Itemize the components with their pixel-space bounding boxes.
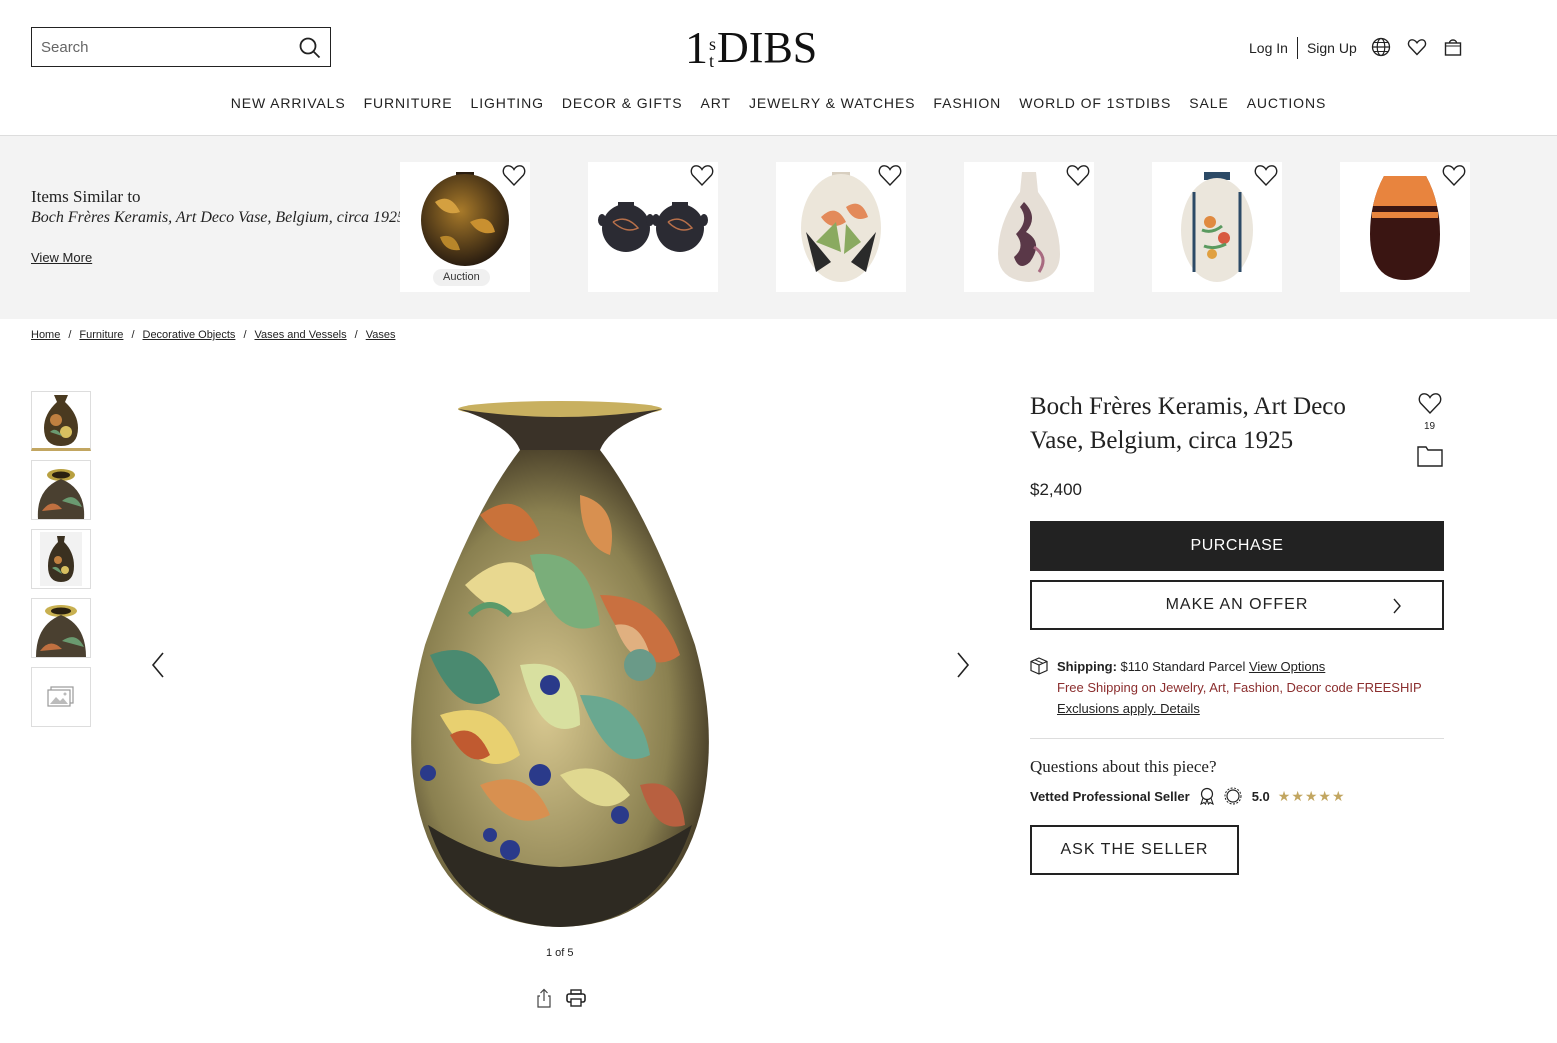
breadcrumb-separator: /: [354, 329, 358, 341]
heart-icon[interactable]: [1253, 162, 1279, 188]
gallery-icon: [47, 686, 74, 707]
site-logo[interactable]: 1 st DIBS: [685, 22, 818, 73]
top-seller-badge-icon[interactable]: [1224, 787, 1242, 805]
breadcrumb-home[interactable]: Home: [31, 329, 60, 341]
nav-world-of-1stdibs[interactable]: WORLD OF 1STDIBS: [1019, 95, 1171, 111]
make-offer-label: MAKE AN OFFER: [1165, 596, 1309, 613]
seller-label: Vetted Professional Seller: [1030, 788, 1190, 804]
next-image-arrow-icon[interactable]: [955, 651, 971, 679]
purchase-button[interactable]: PURCHASE: [1030, 521, 1444, 571]
thumbnail-2[interactable]: [31, 460, 91, 520]
auction-badge: Auction: [433, 269, 490, 286]
exclusions-details-link[interactable]: Exclusions apply. Details: [1057, 701, 1200, 716]
similar-item-card[interactable]: [964, 162, 1094, 292]
seller-rating: 5.0: [1251, 788, 1270, 804]
cart-bag-icon[interactable]: [1443, 37, 1463, 57]
heart-icon[interactable]: [1065, 162, 1091, 188]
nav-fashion[interactable]: FASHION: [933, 95, 1001, 111]
nav-jewelry-watches[interactable]: JEWELRY & WATCHES: [749, 95, 915, 111]
image-counter: 1 of 5: [546, 947, 574, 959]
thumbnail-4[interactable]: [31, 598, 91, 658]
chevron-right-icon: [1393, 598, 1401, 614]
similar-item-card[interactable]: Auction: [400, 162, 530, 292]
rating-stars: ★★★★★: [1277, 787, 1346, 804]
seller-info: Vetted Professional Seller 5.0 ★★★★★: [1030, 787, 1346, 805]
ask-seller-button[interactable]: ASK THE SELLER: [1030, 825, 1239, 875]
favorites-heart-icon[interactable]: [1407, 37, 1427, 57]
heart-icon[interactable]: [501, 162, 527, 188]
breadcrumb-vases-and-vessels[interactable]: Vases and Vessels: [255, 329, 347, 341]
shipping-label: Shipping:: [1057, 659, 1117, 674]
nav-furniture[interactable]: FURNITURE: [364, 95, 453, 111]
shipping-info: Shipping: $110 Standard Parcel View Opti…: [1057, 659, 1325, 674]
search-icon[interactable]: [299, 37, 321, 59]
signup-link[interactable]: Sign Up: [1307, 40, 1357, 56]
thumbnail-1[interactable]: [31, 391, 91, 451]
vase-thumbnail-image: [36, 605, 86, 657]
login-link[interactable]: Log In: [1249, 40, 1288, 56]
nav-lighting[interactable]: LIGHTING: [471, 95, 544, 111]
questions-heading: Questions about this piece?: [1030, 757, 1217, 776]
breadcrumb-decorative-objects[interactable]: Decorative Objects: [143, 329, 236, 341]
heart-icon[interactable]: [689, 162, 715, 188]
similar-item-card[interactable]: [776, 162, 906, 292]
logo-st: st: [709, 35, 716, 71]
similar-item-card[interactable]: [1152, 162, 1282, 292]
info-divider: [1030, 738, 1444, 739]
auth-divider: [1296, 37, 1298, 59]
vetted-seller-badge-icon[interactable]: [1198, 787, 1216, 805]
similar-item-card[interactable]: [1340, 162, 1470, 292]
main-nav: NEW ARRIVALS FURNITURE LIGHTING DECOR & …: [0, 95, 1557, 111]
globe-icon[interactable]: [1371, 37, 1391, 57]
similar-item-card[interactable]: [588, 162, 718, 292]
auth-links: Log In Sign Up: [1249, 37, 1357, 59]
breadcrumb-furniture[interactable]: Furniture: [79, 329, 123, 341]
previous-image-arrow-icon[interactable]: [150, 651, 166, 679]
package-icon: [1030, 657, 1048, 675]
free-shipping-promo: Free Shipping on Jewelry, Art, Fashion, …: [1057, 680, 1422, 695]
print-icon[interactable]: [566, 989, 586, 1007]
folder-icon[interactable]: [1417, 445, 1443, 467]
breadcrumb-separator: /: [131, 329, 135, 341]
shipping-text: $110 Standard Parcel: [1116, 659, 1249, 674]
favorites-count: 19: [1424, 421, 1436, 432]
nav-new-arrivals[interactable]: NEW ARRIVALS: [231, 95, 346, 111]
vase-thumbnail-image: [37, 469, 85, 519]
product-main-image[interactable]: [380, 395, 740, 935]
product-price: $2,400: [1030, 480, 1082, 499]
nav-auctions[interactable]: AUCTIONS: [1247, 95, 1327, 111]
heart-icon[interactable]: [877, 162, 903, 188]
logo-dibs: DIBS: [717, 23, 818, 72]
view-options-link[interactable]: View Options: [1249, 659, 1325, 674]
thumbnail-more[interactable]: [31, 667, 91, 727]
vase-thumbnail-image: [40, 532, 82, 586]
thumbnail-3[interactable]: [31, 529, 91, 589]
heart-icon[interactable]: [1441, 162, 1467, 188]
vase-thumbnail-image: [44, 395, 78, 446]
nav-decor-gifts[interactable]: DECOR & GIFTS: [562, 95, 683, 111]
product-title: Boch Frères Keramis, Art Deco Vase, Belg…: [1030, 393, 1346, 454]
breadcrumb-separator: /: [68, 329, 72, 341]
nav-sale[interactable]: SALE: [1189, 95, 1228, 111]
favorite-heart-icon[interactable]: [1417, 390, 1443, 416]
breadcrumb-separator: /: [243, 329, 247, 341]
breadcrumb-vases[interactable]: Vases: [366, 329, 396, 341]
similar-items-strip: Items Similar to Boch Frères Keramis, Ar…: [0, 136, 1557, 319]
share-icon[interactable]: [535, 988, 553, 1008]
view-more-link[interactable]: View More: [31, 250, 92, 265]
search-box[interactable]: [31, 27, 331, 67]
search-input[interactable]: [32, 28, 282, 66]
similar-title: Items Similar to: [31, 187, 141, 206]
nav-art[interactable]: ART: [700, 95, 730, 111]
logo-one: 1: [685, 22, 708, 73]
similar-subtitle: Boch Frères Keramis, Art Deco Vase, Belg…: [31, 209, 406, 226]
logo-t: t: [709, 51, 715, 71]
breadcrumb: Home / Furniture / Decorative Objects / Vas…: [31, 329, 395, 341]
make-offer-button[interactable]: MAKE AN OFFER: [1030, 580, 1444, 630]
